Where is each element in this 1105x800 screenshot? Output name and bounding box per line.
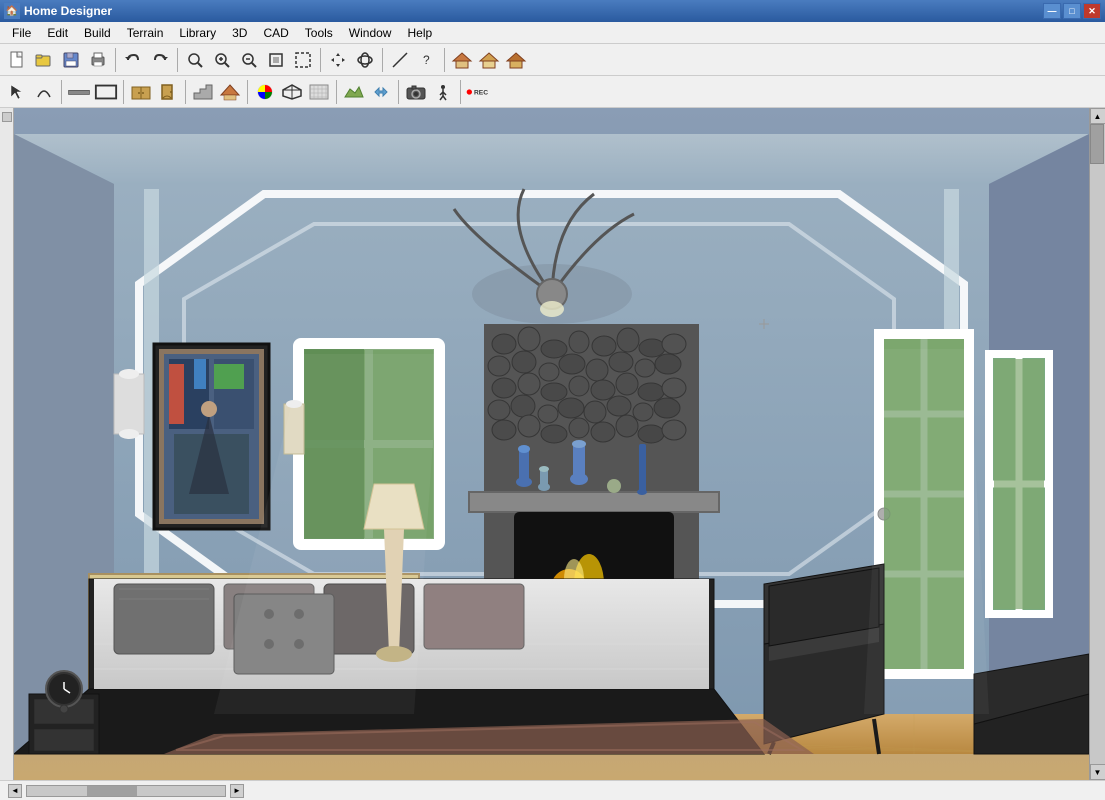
camera-tool[interactable] — [403, 79, 429, 105]
pan-button[interactable] — [325, 47, 351, 73]
menu-window[interactable]: Window — [341, 22, 400, 43]
separator — [247, 80, 248, 104]
move-tool[interactable] — [368, 79, 394, 105]
svg-text:?: ? — [423, 53, 430, 67]
h-scroll-left[interactable]: ◄ — [8, 784, 22, 798]
svg-text:REC: REC — [474, 89, 488, 96]
line-tool[interactable] — [387, 47, 413, 73]
interior-view-button[interactable] — [503, 47, 529, 73]
menu-cad[interactable]: CAD — [255, 22, 296, 43]
exterior-view-button[interactable] — [449, 47, 475, 73]
open-button[interactable] — [31, 47, 57, 73]
sidebar-handle — [2, 112, 12, 122]
new-button[interactable] — [4, 47, 30, 73]
zoom-fit-button[interactable] — [263, 47, 289, 73]
color-tool[interactable] — [252, 79, 278, 105]
orbit-button[interactable] — [352, 47, 378, 73]
separator — [320, 48, 321, 72]
menu-help[interactable]: Help — [399, 22, 440, 43]
walkthrough-tool[interactable] — [430, 79, 456, 105]
status-text: ◄ ► — [8, 784, 1097, 798]
scroll-thumb[interactable] — [1090, 124, 1104, 164]
separator — [382, 48, 383, 72]
maximize-button[interactable]: □ — [1063, 3, 1081, 19]
material-tool[interactable] — [279, 79, 305, 105]
menu-library[interactable]: Library — [171, 22, 224, 43]
window-controls: — □ ✕ — [1043, 3, 1101, 19]
separator — [398, 80, 399, 104]
undo-button[interactable] — [120, 47, 146, 73]
window-title: Home Designer — [24, 4, 1043, 18]
left-sidebar — [0, 108, 14, 780]
measure-button[interactable]: ? — [414, 47, 440, 73]
separator — [444, 48, 445, 72]
title-bar: 🏠 Home Designer — □ ✕ — [0, 0, 1105, 22]
toolbar-tools: REC — [0, 76, 1105, 108]
redo-button[interactable] — [147, 47, 173, 73]
floor-plan-button[interactable] — [476, 47, 502, 73]
print-button[interactable] — [85, 47, 111, 73]
status-bar: ◄ ► — [0, 780, 1105, 800]
stair-tool[interactable] — [190, 79, 216, 105]
roof-tool[interactable] — [217, 79, 243, 105]
save-button[interactable] — [58, 47, 84, 73]
cabinet-tool[interactable] — [128, 79, 154, 105]
room-scene[interactable] — [14, 108, 1089, 780]
close-button[interactable]: ✕ — [1083, 3, 1101, 19]
vertical-scrollbar[interactable]: ▲ ▼ — [1089, 108, 1105, 780]
terrain-tool[interactable] — [341, 79, 367, 105]
wall-tool[interactable] — [66, 79, 92, 105]
horizontal-scroll-thumb[interactable] — [87, 786, 137, 796]
room-render — [14, 108, 1089, 780]
menu-build[interactable]: Build — [76, 22, 119, 43]
separator — [460, 80, 461, 104]
separator — [336, 80, 337, 104]
menu-file[interactable]: File — [4, 22, 39, 43]
minimize-button[interactable]: — — [1043, 3, 1061, 19]
room-tool[interactable] — [93, 79, 119, 105]
zoom-in-button[interactable] — [209, 47, 235, 73]
zoom-magnify-button[interactable] — [182, 47, 208, 73]
door-tool[interactable] — [155, 79, 181, 105]
main-area: ▲ ▼ — [0, 108, 1105, 780]
select-tool[interactable] — [4, 79, 30, 105]
scroll-down-arrow[interactable]: ▼ — [1090, 764, 1105, 780]
separator — [123, 80, 124, 104]
toolbar-main: ? — [0, 44, 1105, 76]
menu-tools[interactable]: Tools — [297, 22, 341, 43]
arc-tool[interactable] — [31, 79, 57, 105]
scroll-track[interactable] — [1090, 124, 1105, 764]
separator — [185, 80, 186, 104]
menu-edit[interactable]: Edit — [39, 22, 76, 43]
scroll-up-arrow[interactable]: ▲ — [1090, 108, 1105, 124]
menu-bar: File Edit Build Terrain Library 3D CAD T… — [0, 22, 1105, 44]
horizontal-scroll-track[interactable] — [26, 785, 226, 797]
app-icon: 🏠 — [4, 3, 20, 19]
menu-terrain[interactable]: Terrain — [119, 22, 172, 43]
canvas-area[interactable] — [14, 108, 1089, 780]
menu-3d[interactable]: 3D — [224, 22, 255, 43]
texture-tool[interactable] — [306, 79, 332, 105]
zoom-box-button[interactable] — [290, 47, 316, 73]
h-scroll-right[interactable]: ► — [230, 784, 244, 798]
zoom-out-button[interactable] — [236, 47, 262, 73]
separator — [115, 48, 116, 72]
separator — [61, 80, 62, 104]
separator — [177, 48, 178, 72]
record-button[interactable]: REC — [465, 79, 491, 105]
